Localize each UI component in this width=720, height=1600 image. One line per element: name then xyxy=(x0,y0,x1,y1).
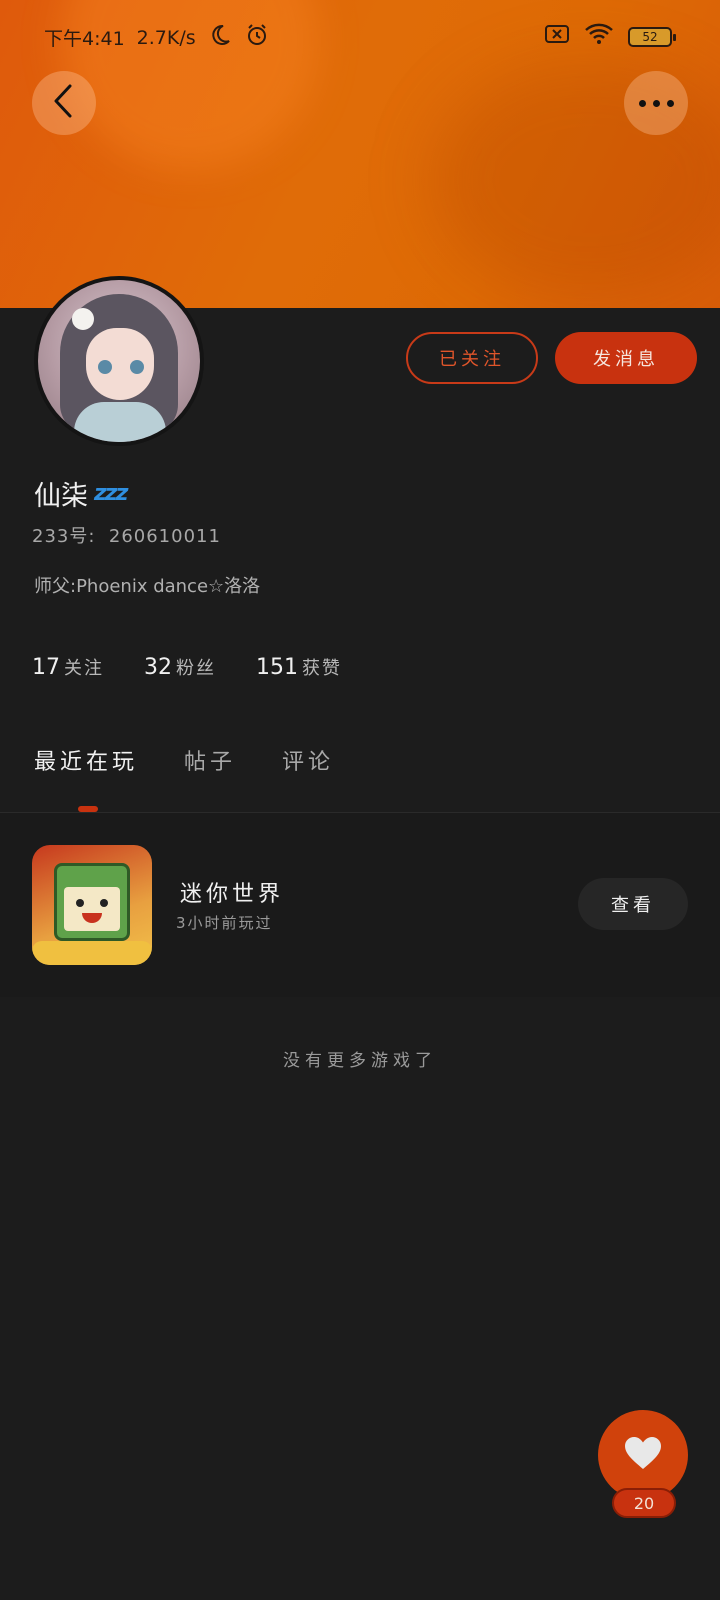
back-button[interactable] xyxy=(32,71,96,135)
user-id: 233号: 260610011 xyxy=(32,522,221,548)
game-icon xyxy=(32,845,152,965)
tab-recently-played[interactable]: 最近在玩 xyxy=(34,744,138,776)
view-game-button[interactable]: 查看 xyxy=(578,878,688,930)
user-id-value: 260610011 xyxy=(108,526,221,547)
network-speed: 2.7K/s xyxy=(136,26,196,49)
send-message-button[interactable]: 发消息 xyxy=(555,332,697,384)
status-bar: 下午4:41 2.7K/s 52 xyxy=(0,18,720,52)
tab-comments[interactable]: 评论 xyxy=(282,744,334,776)
profile-stats: 17 关注 32 粉丝 151 获赞 xyxy=(32,654,342,680)
wifi-icon xyxy=(584,22,614,51)
following-button[interactable]: 已关注 xyxy=(406,332,538,384)
battery-indicator: 52 xyxy=(628,26,676,47)
game-last-played: 3小时前玩过 xyxy=(176,914,273,932)
stat-label: 关注 xyxy=(64,658,104,679)
stat-following[interactable]: 17 关注 xyxy=(32,654,104,680)
avatar-image xyxy=(38,280,200,442)
stat-fans[interactable]: 32 粉丝 xyxy=(144,654,216,680)
user-bio: 师父:Phoenix dance☆洛洛 xyxy=(34,576,261,597)
avatar[interactable] xyxy=(34,276,204,446)
stat-value: 32 xyxy=(144,655,172,680)
profile-tabs: 最近在玩 帖子 评论 xyxy=(34,744,334,776)
game-title: 迷你世界 xyxy=(180,882,285,907)
more-button[interactable] xyxy=(624,71,688,135)
user-id-label: 233号: xyxy=(32,526,96,547)
profile-header-banner: 下午4:41 2.7K/s 52 xyxy=(0,0,720,308)
stat-label: 粉丝 xyxy=(176,658,216,679)
like-button[interactable] xyxy=(598,1410,688,1500)
stat-value: 17 xyxy=(32,655,60,680)
username-text: 仙柒 xyxy=(34,481,88,512)
status-time: 下午4:41 xyxy=(44,28,125,50)
stat-label: 获赞 xyxy=(302,658,342,679)
stat-value: 151 xyxy=(256,655,298,680)
alarm-icon xyxy=(244,22,270,53)
like-count-badge: 20 xyxy=(612,1488,676,1518)
tab-posts[interactable]: 帖子 xyxy=(184,744,236,776)
list-end-message: 没有更多游戏了 xyxy=(283,1051,437,1071)
moon-icon xyxy=(208,23,232,52)
sim-none-icon xyxy=(544,23,570,50)
stat-likes: 151 获赞 xyxy=(256,654,342,680)
more-dots-icon xyxy=(638,99,674,107)
username: 仙柒 zzz xyxy=(34,474,128,513)
heart-icon xyxy=(623,1435,663,1475)
sleeping-zzz-icon: zzz xyxy=(94,481,128,506)
back-arrow-icon xyxy=(51,83,77,123)
